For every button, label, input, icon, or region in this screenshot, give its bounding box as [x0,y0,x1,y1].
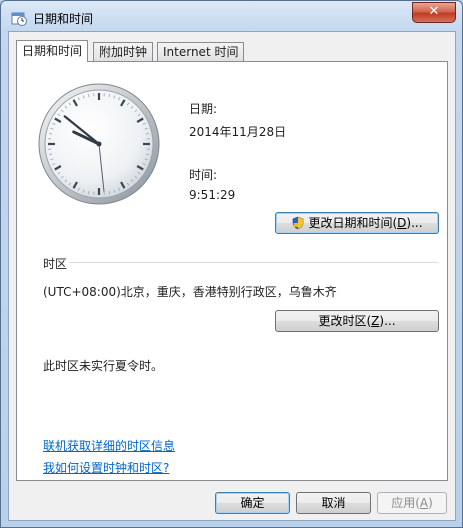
timezone-section-label: 时区 [43,257,68,271]
uac-shield-icon [293,216,304,230]
change-date-time-button[interactable]: 更改日期和时间(D)... [275,212,439,234]
dialog-client-area: 日期和时间 附加时钟 Internet 时间 日期: 2014年11月28日 时… [8,31,456,521]
apply-button[interactable]: 应用(A) [377,492,447,514]
tab-internet-time[interactable]: Internet 时间 [157,42,245,61]
dialog-window: 日期和时间 ✕ 日期和时间 附加时钟 Internet 时间 日期: 2014年… [0,0,463,528]
window-title: 日期和时间 [33,12,94,26]
timezone-divider [69,262,439,263]
analog-clock [38,83,160,205]
change-timezone-button[interactable]: 更改时区(Z)... [275,310,439,332]
tab-panel-date-time: 日期: 2014年11月28日 时间: 9:51:29 更改日期和时间(D)..… [16,61,448,481]
clock-center-pin [96,141,102,147]
time-value: 9:51:29 [189,188,236,202]
date-value: 2014年11月28日 [189,125,287,139]
time-label: 时间: [189,168,218,182]
calendar-clock-icon [11,12,27,26]
tab-additional-clocks[interactable]: 附加时钟 [93,42,154,61]
online-timezone-info-link[interactable]: 联机获取详细的时区信息 [43,437,175,454]
close-icon: ✕ [428,4,440,19]
tab-date-time[interactable]: 日期和时间 [16,40,89,62]
timezone-value: (UTC+08:00)北京，重庆，香港特别行政区，乌鲁木齐 [43,285,337,299]
ok-button[interactable]: 确定 [215,492,290,514]
close-button[interactable]: ✕ [412,2,456,23]
cancel-button[interactable]: 取消 [296,492,371,514]
dst-note: 此时区未实行夏令时。 [43,359,164,373]
title-bar[interactable]: 日期和时间 ✕ [1,1,462,33]
date-label: 日期: [189,102,218,116]
how-to-set-clock-link[interactable]: 我如何设置时钟和时区? [43,459,169,476]
